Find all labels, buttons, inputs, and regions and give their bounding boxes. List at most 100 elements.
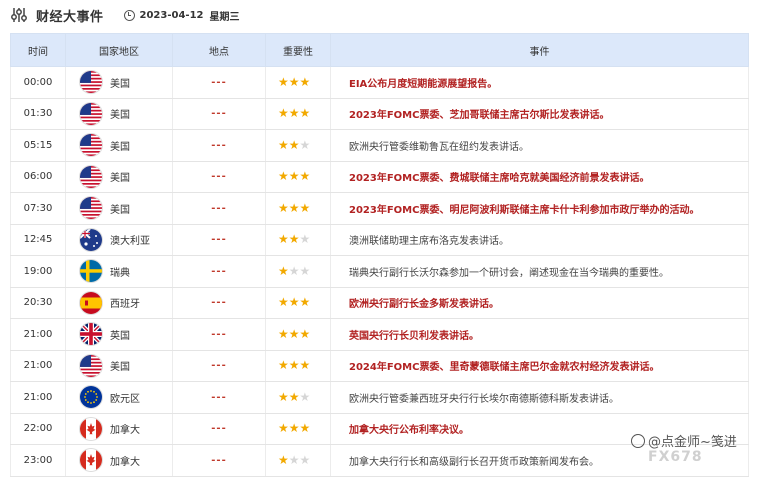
table-row[interactable]: 19:00 瑞典 --- ★★★ 瑞典央行副行长沃尔森参加一个研讨会，阐述现金在当今瑞典… xyxy=(10,255,749,288)
table-header-row: 时间 国家地区 地点 重要性 事件 xyxy=(10,33,749,67)
country-name: 美国 xyxy=(110,110,130,122)
star-filled-icon: ★ xyxy=(278,169,289,184)
importance-cell: ★★★ xyxy=(265,381,331,414)
ca-flag-icon xyxy=(80,417,102,440)
star-filled-icon: ★ xyxy=(278,137,289,152)
star-filled-icon: ★ xyxy=(288,389,300,404)
star-empty-icon: ★ xyxy=(288,452,300,467)
event-cell[interactable]: 瑞典央行副行长沃尔森参加一个研讨会，阐述现金在当今瑞典的重要性。 xyxy=(330,255,749,288)
time-cell: 21:00 xyxy=(10,350,66,382)
country-name: 澳大利亚 xyxy=(110,236,150,248)
us-flag-icon xyxy=(80,354,102,377)
sliders-icon xyxy=(11,8,27,22)
star-filled-icon: ★ xyxy=(288,421,300,436)
event-cell[interactable]: 欧洲央行管委兼西班牙央行行长埃尔南德斯德科斯发表讲话。 xyxy=(330,381,749,414)
place-cell: --- xyxy=(172,129,266,162)
time-cell: 19:00 xyxy=(10,255,66,288)
clock-icon xyxy=(123,9,135,21)
importance-cell: ★★★ xyxy=(265,129,331,162)
time-cell: 23:00 xyxy=(10,444,66,477)
event-cell[interactable]: 2024年FOMC票委、里奇蒙德联储主席巴尔金就农村经济发表讲话。 xyxy=(330,350,749,382)
star-filled-icon: ★ xyxy=(278,263,289,278)
star-filled-icon: ★ xyxy=(288,200,300,215)
star-empty-icon: ★ xyxy=(299,389,311,404)
place-cell: --- xyxy=(172,381,266,414)
star-empty-icon: ★ xyxy=(288,263,300,278)
watermark-text: @点金师~笺进 xyxy=(648,435,737,450)
table-row[interactable]: 20:30 西班牙 --- ★★★ 欧洲央行副行长金多斯发表讲话。 xyxy=(10,287,749,319)
star-empty-icon: ★ xyxy=(299,137,311,152)
importance-cell: ★★★ xyxy=(265,318,331,351)
country-cell: 美国 xyxy=(65,350,173,382)
country-cell: 西班牙 xyxy=(65,287,173,319)
circle-icon xyxy=(631,433,645,448)
star-filled-icon: ★ xyxy=(278,232,289,247)
star-empty-icon: ★ xyxy=(299,452,311,467)
star-filled-icon: ★ xyxy=(299,74,311,89)
time-cell: 00:00 xyxy=(10,66,66,99)
table-row[interactable]: 06:00 美国 --- ★★★ 2023年FOMC票委、费城联储主席哈克就美国经济前景… xyxy=(10,161,749,193)
table-row[interactable]: 21:00 英国 --- ★★★ 英国央行行长贝利发表讲话。 xyxy=(10,318,749,351)
country-cell: 美国 xyxy=(65,98,173,130)
table-row[interactable]: 12:45 澳大利亚 --- ★★★ 澳洲联储助理主席布洛克发表讲话。 xyxy=(10,224,749,256)
event-cell[interactable]: 澳洲联储助理主席布洛克发表讲话。 xyxy=(330,224,749,256)
event-cell[interactable]: 2023年FOMC票委、明尼阿波利斯联储主席卡什卡利参加市政厅举办的活动。 xyxy=(330,192,749,225)
table-row[interactable]: 21:00 美国 --- ★★★ 2024年FOMC票委、里奇蒙德联储主席巴尔金就农村经… xyxy=(10,350,749,382)
place-cell: --- xyxy=(172,413,266,445)
us-flag-icon xyxy=(80,102,102,125)
table-row[interactable]: 00:00 美国 --- ★★★ EIA公布月度短期能源展望报告。 xyxy=(10,66,749,99)
star-filled-icon: ★ xyxy=(278,421,289,436)
event-cell[interactable]: 欧洲央行管委维勒鲁瓦在纽约发表讲话。 xyxy=(330,129,749,162)
place-cell: --- xyxy=(172,224,266,256)
country-cell: 美国 xyxy=(65,161,173,193)
importance-cell: ★★★ xyxy=(265,255,331,288)
us-flag-icon xyxy=(80,165,102,188)
star-filled-icon: ★ xyxy=(288,74,300,89)
country-name: 加拿大 xyxy=(110,456,140,468)
event-cell[interactable]: 英国央行行长贝利发表讲话。 xyxy=(330,318,749,351)
place-cell: --- xyxy=(172,98,266,130)
table-row[interactable]: 05:15 美国 --- ★★★ 欧洲央行管委维勒鲁瓦在纽约发表讲话。 xyxy=(10,129,749,162)
star-filled-icon: ★ xyxy=(278,358,289,373)
event-cell[interactable]: 2023年FOMC票委、芝加哥联储主席古尔斯比发表讲话。 xyxy=(330,98,749,130)
eu-flag-icon xyxy=(80,386,102,409)
table-row[interactable]: 21:00 欧元区 --- ★★★ 欧洲央行管委兼西班牙央行行长埃尔南德斯德科斯发表讲话… xyxy=(10,381,749,414)
place-cell: --- xyxy=(172,192,266,225)
country-name: 美国 xyxy=(110,78,130,90)
country-cell: 加拿大 xyxy=(65,413,173,445)
star-filled-icon: ★ xyxy=(278,200,289,215)
country-name: 美国 xyxy=(110,173,130,185)
star-filled-icon: ★ xyxy=(299,358,311,373)
star-empty-icon: ★ xyxy=(299,263,311,278)
country-name: 西班牙 xyxy=(110,299,140,311)
us-flag-icon xyxy=(80,134,102,157)
es-flag-icon xyxy=(80,291,102,314)
table-row[interactable]: 07:30 美国 --- ★★★ 2023年FOMC票委、明尼阿波利斯联储主席卡什卡利参… xyxy=(10,192,749,225)
table-row[interactable]: 01:30 美国 --- ★★★ 2023年FOMC票委、芝加哥联储主席古尔斯比发表讲话… xyxy=(10,98,749,130)
star-filled-icon: ★ xyxy=(278,389,289,404)
importance-cell: ★★★ xyxy=(265,224,331,256)
time-cell: 12:45 xyxy=(10,224,66,256)
importance-cell: ★★★ xyxy=(265,444,331,477)
ca-flag-icon xyxy=(80,449,102,472)
time-cell: 01:30 xyxy=(10,98,66,130)
star-filled-icon: ★ xyxy=(288,295,300,310)
us-flag-icon xyxy=(80,197,102,220)
event-cell[interactable]: 欧洲央行副行长金多斯发表讲话。 xyxy=(330,287,749,319)
place-cell: --- xyxy=(172,444,266,477)
country-name: 美国 xyxy=(110,362,130,374)
place-cell: --- xyxy=(172,350,266,382)
weekday-text: 星期三 xyxy=(209,11,240,23)
event-cell[interactable]: 2023年FOMC票委、费城联储主席哈克就美国经济前景发表讲话。 xyxy=(330,161,749,193)
time-cell: 22:00 xyxy=(10,413,66,445)
country-cell: 澳大利亚 xyxy=(65,224,173,256)
gb-flag-icon xyxy=(80,323,102,346)
date-text: 2023-04-12 xyxy=(139,9,204,21)
star-filled-icon: ★ xyxy=(278,452,289,467)
country-name: 欧元区 xyxy=(110,393,140,405)
col-header-event: 事件 xyxy=(330,33,749,67)
event-cell[interactable]: EIA公布月度短期能源展望报告。 xyxy=(330,66,749,99)
country-cell: 美国 xyxy=(65,192,173,225)
country-name: 瑞典 xyxy=(110,267,130,279)
country-cell: 欧元区 xyxy=(65,381,173,414)
